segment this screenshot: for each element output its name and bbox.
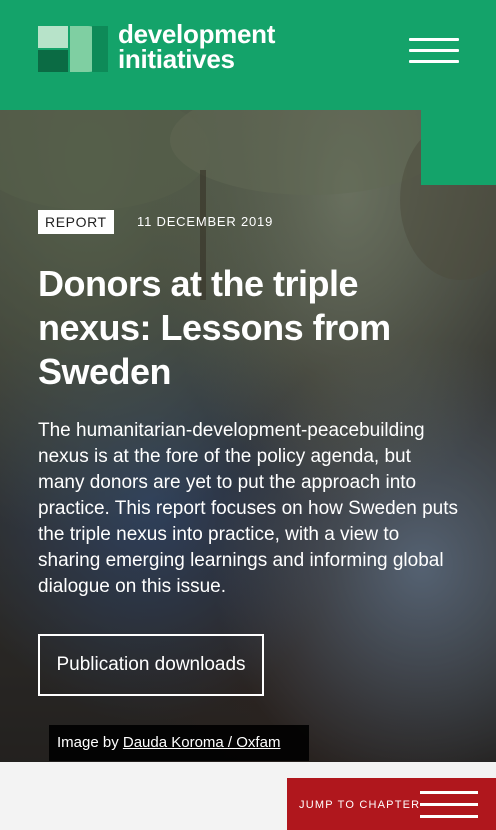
logo-mark-icon <box>38 26 108 72</box>
brand-line-2: initiatives <box>118 44 235 74</box>
image-credit-prefix: Image by <box>57 734 123 751</box>
report-tag: REPORT <box>38 210 114 234</box>
publish-date: 11 DECEMBER 2019 <box>137 214 274 229</box>
green-accent-block <box>421 110 496 185</box>
page-title: Donors at the triple nexus: Lessons from… <box>38 263 391 392</box>
brand-name: development initiatives <box>118 21 275 74</box>
hamburger-menu-icon[interactable] <box>409 38 459 64</box>
site-header: development initiatives <box>0 0 496 110</box>
image-credit: Image by Dauda Koroma / Oxfam <box>49 725 309 761</box>
report-summary: The humanitarian-development-peacebuildi… <box>38 420 458 597</box>
jump-to-chapter-button[interactable]: JUMP TO CHAPTER <box>287 778 496 830</box>
publication-downloads-button[interactable]: Publication downloads <box>38 634 264 696</box>
site-logo[interactable]: development initiatives <box>38 21 288 76</box>
image-credit-link[interactable]: Dauda Koroma / Oxfam <box>123 734 281 751</box>
menu-lines-icon <box>420 791 478 819</box>
jump-to-chapter-label: JUMP TO CHAPTER <box>299 799 421 811</box>
